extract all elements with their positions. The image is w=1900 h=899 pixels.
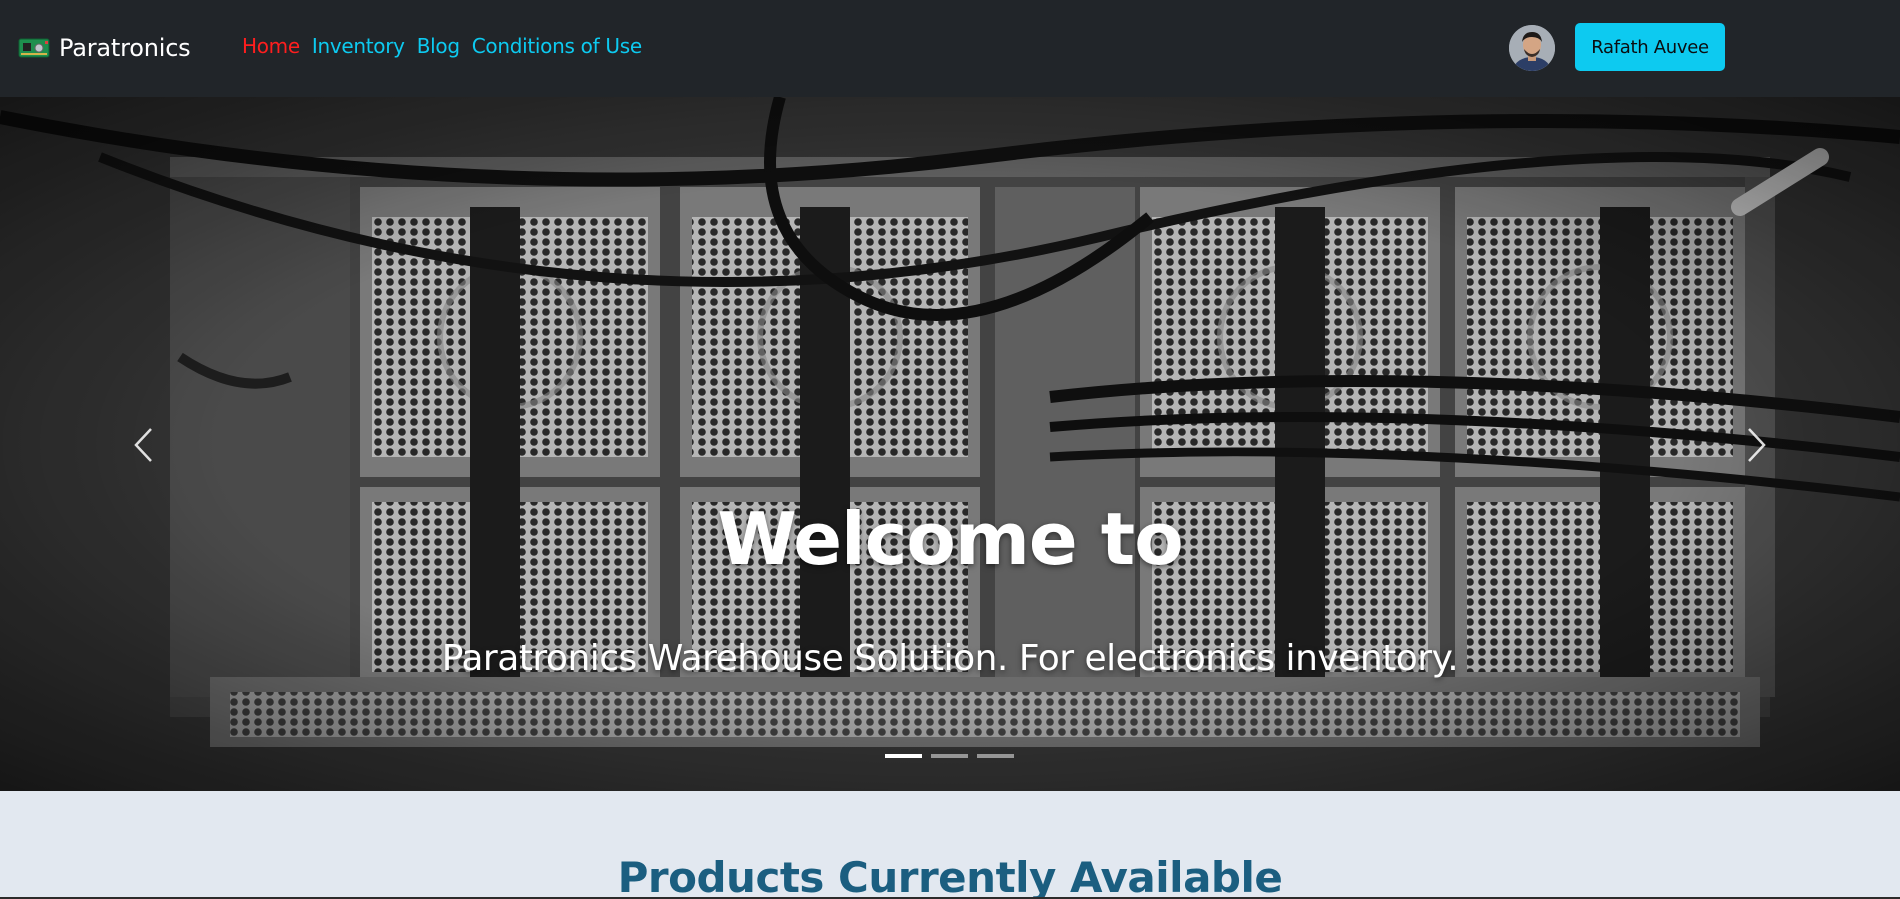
carousel-indicator-1[interactable] (885, 754, 922, 758)
carousel-indicator-2[interactable] (931, 754, 968, 758)
nav-link-conditions-of-use[interactable]: Conditions of Use (472, 34, 642, 58)
carousel-indicators (885, 754, 1014, 758)
carousel-prev-button[interactable] (118, 417, 168, 477)
hero-subtitle: Paratronics Warehouse Solution. For elec… (441, 638, 1459, 679)
nav-link-inventory[interactable]: Inventory (312, 34, 405, 58)
chevron-left-icon (131, 425, 155, 469)
hero-overlay (0, 97, 1900, 791)
main-nav: Home Inventory Blog Conditions of Use (242, 34, 642, 58)
user-name-button[interactable]: Rafath Auvee (1575, 23, 1725, 71)
carousel-indicator-3[interactable] (977, 754, 1014, 758)
brand-name: Paratronics (59, 34, 191, 62)
hero-title: Welcome to (717, 497, 1183, 581)
carousel-next-button[interactable] (1732, 417, 1782, 477)
nav-link-home[interactable]: Home (242, 34, 300, 58)
chevron-right-icon (1745, 425, 1769, 469)
circuit-board-icon (18, 37, 50, 59)
top-navbar: Paratronics Home Inventory Blog Conditio… (0, 0, 1900, 97)
user-avatar[interactable] (1509, 25, 1555, 71)
brand-link[interactable]: Paratronics (18, 30, 191, 66)
nav-link-blog[interactable]: Blog (417, 34, 460, 58)
hero-carousel: Welcome to Paratronics Warehouse Solutio… (0, 97, 1900, 791)
products-section-title: Products Currently Available (617, 853, 1283, 899)
